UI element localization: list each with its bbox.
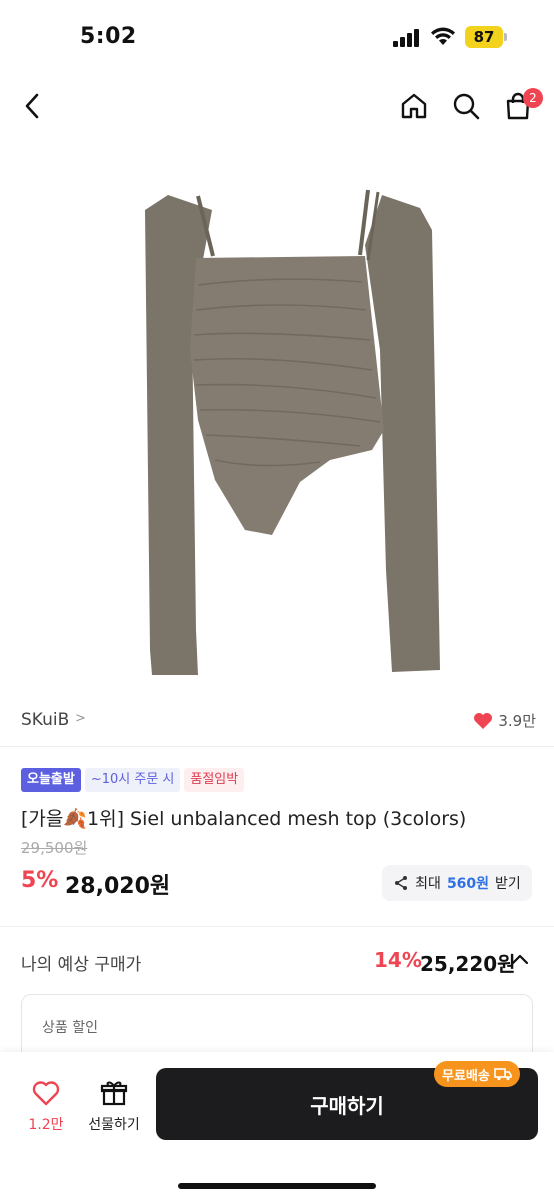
coupon-suffix: 받기 — [495, 876, 521, 892]
like-count-text: 3.9만 — [498, 712, 536, 730]
cart-count-badge: 2 — [523, 88, 543, 108]
home-button[interactable] — [394, 86, 434, 126]
expected-price-row[interactable]: 나의 예상 구매가 14% 25,220원 — [0, 930, 554, 990]
coupon-prefix: 최대 — [415, 876, 441, 892]
bottom-action-bar: 1.2만 선물하기 구매하기 무료배송 — [0, 1052, 554, 1200]
chevron-left-icon — [25, 93, 39, 119]
soldout-soon-badge: 품절임박 — [184, 768, 245, 792]
gift-icon — [100, 1081, 128, 1106]
order-time-badge: ~10시 주문 시 — [84, 768, 181, 792]
original-price: 29,500원 — [21, 839, 88, 857]
home-icon — [401, 93, 427, 119]
wishlist-count: 1.2만 — [28, 1117, 64, 1133]
brand-link[interactable]: SKuiB — [21, 710, 69, 730]
product-photo — [145, 189, 440, 675]
expected-discount-rate: 14% — [374, 948, 422, 972]
coupon-button[interactable]: 최대 560원 받기 — [382, 865, 532, 901]
back-button[interactable] — [12, 86, 52, 126]
product-image[interactable] — [0, 150, 554, 695]
today-shipping-badge: 오늘출발 — [21, 768, 81, 792]
free-shipping-badge: 무료배송 — [434, 1061, 520, 1087]
product-title: [가을🍂1위] Siel unbalanced mesh top (3color… — [21, 808, 467, 830]
badge-row: 오늘출발 ~10시 주문 시 품절임박 — [21, 768, 245, 792]
search-icon — [453, 93, 480, 120]
status-time: 5:02 — [80, 24, 137, 49]
wifi-icon — [431, 27, 455, 45]
chevron-up-icon[interactable] — [510, 950, 530, 970]
like-count[interactable]: 3.9만 — [473, 710, 536, 731]
heart-outline-icon — [32, 1081, 60, 1106]
brand-row: SKuiB > 3.9만 — [0, 700, 554, 744]
expected-price-label: 나의 예상 구매가 — [21, 955, 142, 975]
product-discount-label: 상품 할인 — [42, 1020, 98, 1036]
battery-icon: 87 — [465, 26, 507, 48]
search-button[interactable] — [446, 86, 486, 126]
share-icon — [395, 876, 408, 890]
wishlist-button[interactable]: 1.2만 — [20, 1080, 72, 1136]
top-nav-bar — [0, 76, 554, 140]
gift-button[interactable]: 선물하기 — [84, 1080, 144, 1136]
expected-price: 25,220원 — [420, 952, 516, 976]
signal-icon — [393, 29, 421, 47]
home-indicator — [178, 1183, 376, 1189]
truck-icon — [494, 1068, 512, 1081]
sale-price: 28,020원 — [65, 874, 171, 899]
heart-icon — [474, 712, 493, 729]
free-shipping-label: 무료배송 — [442, 1068, 490, 1084]
gift-label: 선물하기 — [88, 1117, 140, 1133]
status-bar: 5:02 87 — [0, 0, 554, 76]
chevron-right-icon: > — [75, 711, 86, 726]
coupon-amount: 560원 — [446, 876, 490, 892]
divider — [0, 746, 554, 747]
divider — [0, 926, 554, 927]
discount-rate: 5% — [21, 868, 59, 893]
